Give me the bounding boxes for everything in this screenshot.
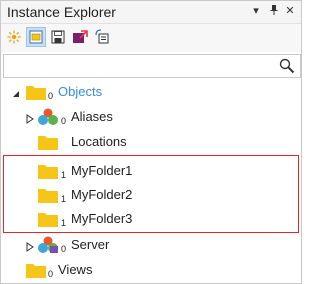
folder-icon — [25, 261, 47, 279]
tree-item-label: Views — [58, 262, 93, 277]
tree-item-myfolder2[interactable]: 1 MyFolder2 — [1, 183, 301, 207]
folder-view-icon[interactable] — [26, 27, 46, 47]
sparkle-icon[interactable] — [5, 28, 23, 46]
folder-icon — [37, 162, 59, 180]
tree-item-label: MyFolder1 — [71, 163, 133, 178]
folder-icon — [37, 133, 59, 151]
close-icon[interactable]: ✕ — [283, 4, 297, 18]
save-icon[interactable] — [49, 28, 67, 46]
tree-item-label: Server — [71, 237, 110, 252]
tree-item-label: MyFolder3 — [71, 211, 133, 226]
tree-item-myfolder1[interactable]: 1 MyFolder1 — [1, 159, 301, 183]
instance-explorer-panel: Instance Explorer ▾ ✕ 0 Objects 0 Aliase… — [0, 0, 302, 284]
export-icon[interactable] — [71, 28, 89, 46]
folder-icon — [37, 186, 59, 204]
item-count: 0 — [48, 269, 54, 279]
item-count: 0 — [61, 116, 67, 126]
item-count: 1 — [61, 194, 67, 204]
tree-item-aliases[interactable]: 0 Aliases — [1, 105, 301, 129]
tree-item-label: MyFolder2 — [71, 187, 133, 202]
server-icon — [37, 236, 59, 254]
pin-icon[interactable] — [267, 4, 281, 18]
connect-icon[interactable] — [93, 28, 111, 46]
search-input[interactable] — [6, 57, 272, 75]
tree-item-myfolder3[interactable]: 1 MyFolder3 — [1, 207, 301, 231]
title-bar: Instance Explorer ▾ ✕ — [1, 1, 301, 24]
item-count: 0 — [48, 91, 54, 101]
search-box — [3, 54, 301, 78]
collapsed-arrow-icon[interactable] — [25, 111, 35, 124]
dropdown-icon[interactable]: ▾ — [249, 4, 263, 18]
tree-item-label: Objects — [58, 84, 103, 99]
toolbar — [1, 24, 301, 52]
item-count: 1 — [61, 170, 67, 180]
item-count: 0 — [61, 244, 67, 254]
panel-title: Instance Explorer — [7, 4, 116, 20]
collapsed-arrow-icon[interactable] — [25, 239, 35, 252]
tree-item-server[interactable]: 0 Server — [1, 233, 301, 257]
folder-icon — [37, 210, 59, 228]
tree-item-objects[interactable]: 0 Objects — [1, 80, 301, 104]
tree-item-locations[interactable]: Locations — [1, 130, 301, 154]
item-count: 1 — [61, 218, 67, 228]
tree-item-label: Locations — [71, 134, 127, 149]
tree-item-views[interactable]: 0 Views — [1, 258, 301, 282]
expanded-arrow-icon[interactable] — [11, 86, 21, 97]
search-icon[interactable] — [278, 57, 296, 75]
aliases-icon — [37, 108, 59, 126]
tree-item-label: Aliases — [71, 109, 113, 124]
folder-icon — [25, 83, 47, 101]
